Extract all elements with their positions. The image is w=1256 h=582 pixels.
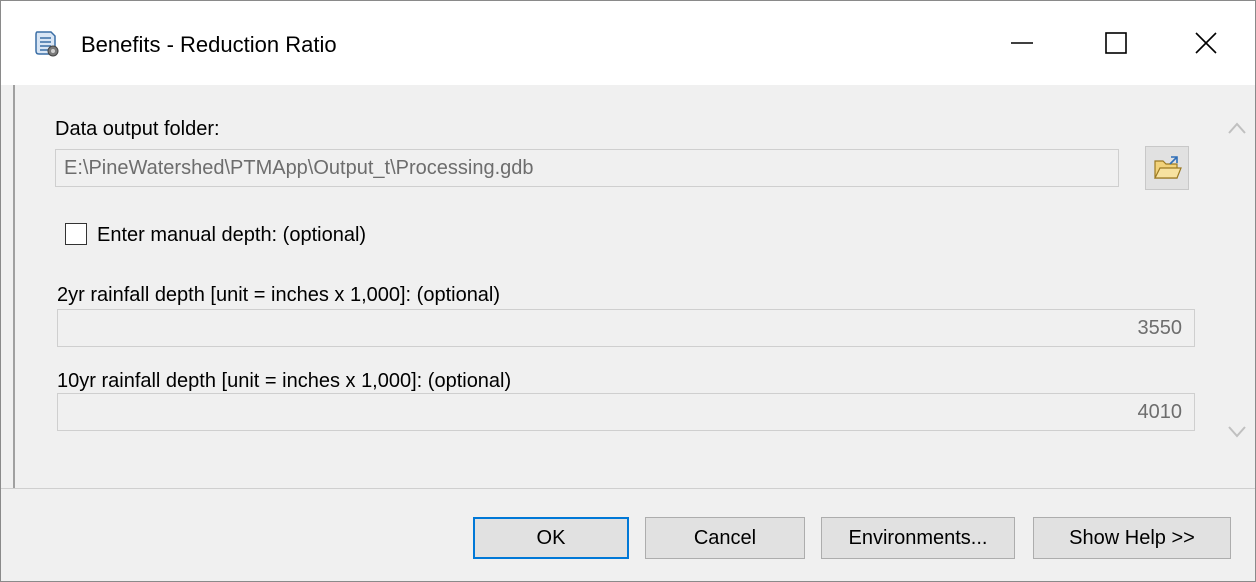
ok-button[interactable]: OK xyxy=(473,517,629,559)
script-tool-icon xyxy=(31,29,61,59)
vertical-scrollbar[interactable] xyxy=(1219,85,1255,488)
rain10-input[interactable]: 4010 xyxy=(57,393,1195,431)
environments-button[interactable]: Environments... xyxy=(821,517,1015,559)
rain10-label: 10yr rainfall depth [unit = inches x 1,0… xyxy=(57,370,512,392)
manual-depth-label[interactable]: Enter manual depth: (optional) xyxy=(97,223,366,247)
show-help-button[interactable]: Show Help >> xyxy=(1033,517,1231,559)
window-title: Benefits - Reduction Ratio xyxy=(81,32,337,57)
scroll-up-icon[interactable] xyxy=(1227,121,1247,135)
maximize-button[interactable] xyxy=(1071,1,1161,85)
output-folder-label: Data output folder: xyxy=(55,118,220,140)
browse-folder-button[interactable] xyxy=(1145,146,1189,190)
cancel-button[interactable]: Cancel xyxy=(645,517,805,559)
open-folder-icon xyxy=(1154,156,1182,179)
minimize-button[interactable] xyxy=(977,1,1067,85)
scroll-down-icon[interactable] xyxy=(1227,425,1247,439)
rain2-input[interactable]: 3550 xyxy=(57,309,1195,347)
output-folder-field[interactable]: E:\PineWatershed\PTMApp\Output_t\Process… xyxy=(55,149,1119,187)
close-button[interactable] xyxy=(1161,1,1251,85)
close-icon xyxy=(1195,32,1217,54)
dialog-window: Benefits - Reduction Ratio Data output f xyxy=(0,0,1256,582)
button-bar: OK Cancel Environments... Show Help >> xyxy=(1,489,1255,581)
minimize-icon xyxy=(1011,42,1033,44)
maximize-icon xyxy=(1105,32,1127,54)
manual-depth-checkbox[interactable] xyxy=(65,223,87,245)
title-bar[interactable]: Benefits - Reduction Ratio xyxy=(1,1,1255,85)
rain2-label: 2yr rainfall depth [unit = inches x 1,00… xyxy=(57,284,501,306)
